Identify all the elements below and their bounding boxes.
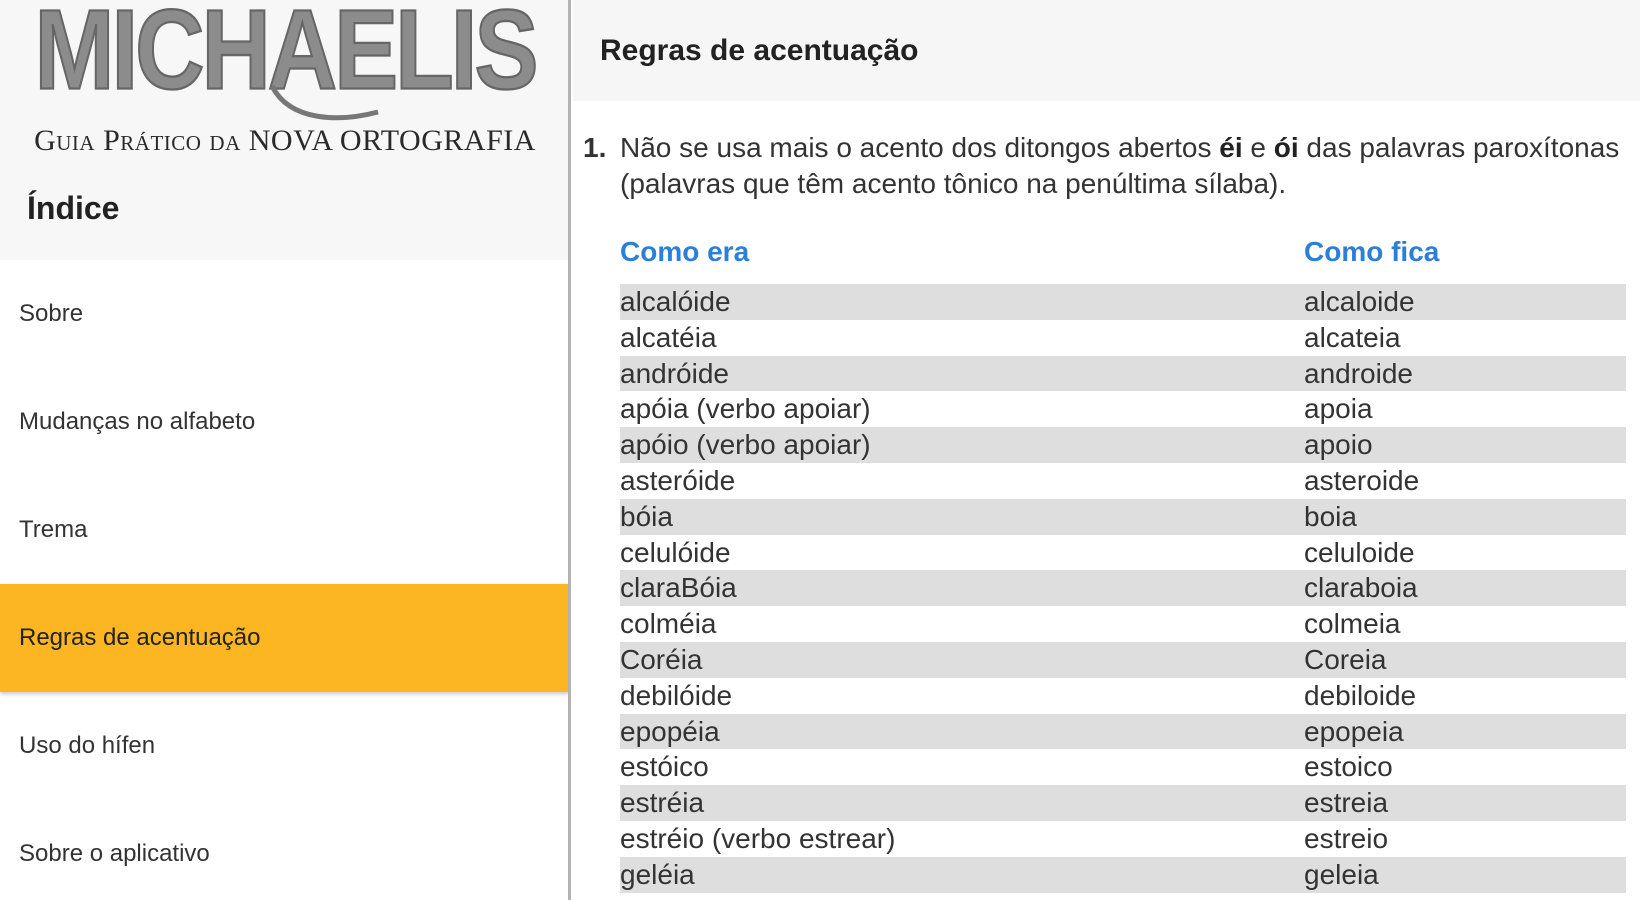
table-row: epopéia epopeia — [620, 713, 1626, 750]
cell-como-fica: boia — [1304, 500, 1357, 532]
cell-como-era: claraBóia — [620, 572, 737, 604]
sidebar-item-trema[interactable]: Trema — [0, 476, 570, 584]
rule-number: 1. — [583, 132, 607, 163]
cell-como-fica: apoia — [1304, 393, 1373, 425]
cell-como-fica: estoico — [1304, 751, 1393, 783]
sidebar-item-sobre-aplicativo[interactable]: Sobre o aplicativo — [0, 800, 570, 900]
content-header: Regras de acentuação — [573, 0, 1640, 101]
table-row: claraBóia claraboia — [620, 570, 1626, 607]
table-row: Coréia Coreia — [620, 641, 1626, 678]
column-header-como-fica: Como fica — [1304, 236, 1440, 267]
table-row: estóico estoico — [620, 749, 1626, 785]
table-row: alcatéia alcateia — [620, 320, 1626, 356]
index-title: Índice — [27, 190, 120, 226]
cell-como-fica: asteroide — [1304, 464, 1420, 496]
logo-swoosh-icon — [270, 84, 379, 121]
cell-como-era: geléia — [620, 858, 695, 890]
table-row: celulóide celuloide — [620, 535, 1626, 571]
cell-como-fica: alcateia — [1304, 321, 1401, 353]
cell-como-era: estréia — [620, 787, 705, 819]
table-row: bóia boia — [620, 498, 1626, 535]
sidebar-item-sobre[interactable]: Sobre — [0, 260, 570, 368]
table-row: estréio (verbo estrear) estreio — [620, 821, 1626, 857]
cell-como-fica: colmeia — [1304, 608, 1401, 640]
sidebar-header: MICHAELIS Guia Prático da NOVA ORTOGRAFI… — [0, 0, 570, 260]
table-row: alcalóide alcaloide — [620, 284, 1626, 320]
cell-como-era: andróide — [620, 357, 729, 389]
table-row: geléia geleia — [620, 856, 1626, 893]
cell-como-fica: claraboia — [1304, 572, 1418, 604]
cell-como-era: bóia — [620, 500, 673, 532]
table-rows: alcalóide alcaloide alcatéia alcateia andrói… — [620, 284, 1626, 893]
cell-como-era: estréio (verbo estrear) — [620, 822, 896, 854]
app-window: MICHAELIS Guia Prático da NOVA ORTOGRAFI… — [0, 0, 1640, 900]
page-title: Regras de acentuação — [600, 34, 919, 67]
cell-como-fica: apoio — [1304, 429, 1373, 461]
cell-como-era: celulóide — [620, 536, 731, 568]
table-row: andróide androide — [620, 355, 1626, 392]
table-row: debilóide debiloide — [620, 678, 1626, 714]
cell-como-fica: geleia — [1304, 858, 1379, 890]
sidebar-menu: Sobre Mudanças no alfabeto Trema Regras … — [0, 260, 570, 900]
table-row: colméia colmeia — [620, 606, 1626, 642]
rule-bold-ei: éi — [1219, 132, 1243, 163]
cell-como-era: Coréia — [620, 643, 703, 675]
sidebar: MICHAELIS Guia Prático da NOVA ORTOGRAFI… — [0, 0, 570, 900]
cell-como-fica: alcaloide — [1304, 286, 1415, 317]
cell-como-fica: estreia — [1304, 787, 1389, 819]
cell-como-era: asteróide — [620, 464, 736, 496]
cell-como-fica: celuloide — [1304, 536, 1415, 568]
table-row: apóio (verbo apoiar) apoio — [620, 427, 1626, 463]
column-header-como-era: Como era — [620, 236, 750, 267]
rule-bold-oi: ói — [1273, 132, 1299, 163]
cell-como-era: estóico — [620, 751, 709, 783]
cell-como-fica: debiloide — [1304, 679, 1417, 711]
michaelis-logo: MICHAELIS Guia Prático da NOVA ORTOGRAFI… — [0, 0, 570, 170]
sidebar-item-uso-hifen[interactable]: Uso do hífen — [0, 692, 570, 800]
cell-como-era: debilóide — [620, 679, 733, 711]
table-row: estréia estreia — [620, 785, 1626, 821]
cell-como-era: alcatéia — [620, 321, 717, 353]
cell-como-era: apóia (verbo apoiar) — [620, 393, 871, 425]
cell-como-fica: androide — [1304, 357, 1413, 389]
cell-como-fica: Coreia — [1304, 643, 1387, 675]
sidebar-item-mudancas-alfabeto[interactable]: Mudanças no alfabeto — [0, 368, 570, 476]
table-row: apóia (verbo apoiar) apoia — [620, 391, 1626, 427]
cell-como-era: alcalóide — [620, 286, 731, 317]
rule-text: Não se usa mais o acento dos ditongos ab… — [620, 132, 1620, 199]
cell-como-era: epopéia — [620, 715, 720, 747]
cell-como-fica: epopeia — [1304, 715, 1404, 747]
logo-subtitle: Guia Prático da NOVA ORTOGRAFIA — [34, 124, 536, 157]
sidebar-item-regras-acentuacao[interactable]: Regras de acentuação — [0, 584, 570, 692]
cell-como-era: colméia — [620, 608, 717, 640]
table-row: asteróide asteroide — [620, 463, 1626, 499]
content-panel[interactable]: Regras de acentuação 1. Não se usa mais … — [571, 0, 1640, 900]
cell-como-fica: estreio — [1304, 822, 1389, 854]
cell-como-era: apóio (verbo apoiar) — [620, 429, 871, 461]
